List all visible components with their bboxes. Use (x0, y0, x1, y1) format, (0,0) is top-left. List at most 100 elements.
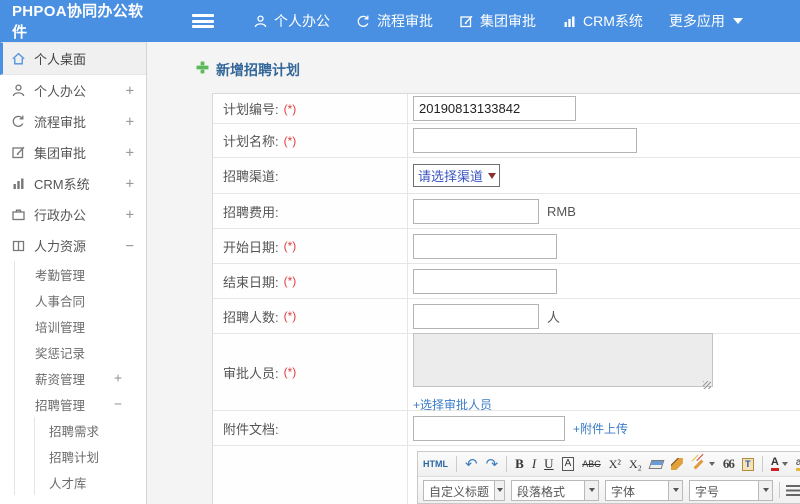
sidebar: 个人桌面 个人办公 + 流程审批 + 集团审批 + CRM系统 + 行政办公 +… (0, 42, 147, 504)
superscript-button[interactable]: X² (609, 457, 621, 472)
channel-select[interactable]: 请选择渠道 (413, 164, 501, 187)
cost-input[interactable] (413, 198, 539, 224)
plan-name-input[interactable] (413, 128, 637, 153)
sidebar-item-recruit-plan[interactable]: 招聘计划 (35, 443, 146, 469)
expand-plus-icon[interactable]: + (126, 176, 134, 192)
process-icon (356, 14, 371, 29)
collapse-minus-icon[interactable]: − (126, 238, 134, 254)
select-value: 段落格式 (517, 484, 566, 499)
field-value: 请选择渠道 (408, 164, 800, 187)
nav-personal-office[interactable]: 个人办公 (240, 11, 343, 31)
dropdown-button[interactable] (668, 480, 682, 500)
sidebar-item-personal-office[interactable]: 个人办公 + (0, 75, 146, 106)
field-value: +附件上传 (408, 415, 800, 441)
sidebar-item-hr[interactable]: 人力资源 − (0, 230, 146, 261)
nav-crm-system[interactable]: CRM系统 (549, 11, 656, 31)
sidebar-item-admin-office[interactable]: 行政办公 + (0, 199, 146, 230)
label-text: 审批人员: (223, 365, 279, 381)
paragraph-format-select[interactable]: 段落格式 (511, 479, 599, 501)
subscript-button[interactable]: X₂ (629, 457, 642, 472)
expand-plus-icon[interactable]: + (126, 145, 134, 161)
background-color-button[interactable]: ab (795, 457, 800, 471)
format-brush-icon[interactable] (670, 458, 683, 470)
form-row-end-date: 结束日期: (*) (213, 264, 800, 299)
sidebar-item-talent-pool[interactable]: 人才库 (35, 469, 146, 495)
sidebar-item-process-approval[interactable]: 流程审批 + (0, 106, 146, 137)
redo-icon[interactable]: ↷ (486, 455, 499, 473)
sidebar-item-training[interactable]: 培训管理 (15, 313, 146, 339)
sidebar-item-salary[interactable]: 薪资管理 + (15, 365, 146, 391)
font-family-select[interactable]: 字体 (605, 479, 683, 501)
sidebar-item-label: 人力资源 (34, 239, 87, 254)
expand-plus-icon[interactable]: + (126, 207, 134, 223)
form-row-start-date: 开始日期: (*) (213, 229, 800, 264)
nav-group-approval[interactable]: 集团审批 (446, 11, 549, 31)
collapse-minus-icon[interactable]: − (114, 397, 122, 412)
sidebar-item-label: 奖惩记录 (35, 346, 86, 361)
html-source-button[interactable]: HTML (423, 459, 448, 469)
expand-plus-icon[interactable]: + (126, 114, 134, 130)
form-row-approvers: 审批人员: (*) +选择审批人员 (213, 333, 800, 413)
font-color-button[interactable]: A (770, 457, 788, 471)
dropdown-button[interactable] (758, 480, 772, 500)
toolbar-separator (761, 456, 763, 472)
plan-number-input[interactable] (413, 96, 576, 121)
main-content: 新增招聘计划 计划编号: (*) 计划名称: (*) (147, 42, 800, 504)
strikethrough-button[interactable]: ABC (582, 459, 601, 469)
paste-as-text-icon[interactable]: T (741, 457, 754, 471)
sidebar-item-attendance[interactable]: 考勤管理 (15, 261, 146, 287)
field-value (408, 96, 800, 121)
sidebar-item-recruit-demand[interactable]: 招聘需求 (35, 417, 146, 443)
sidebar-item-crm[interactable]: CRM系统 + (0, 168, 146, 199)
briefcase-icon (11, 207, 26, 222)
end-date-input[interactable] (413, 268, 557, 294)
expand-plus-icon[interactable]: + (114, 371, 122, 386)
undo-icon[interactable]: ↶ (465, 455, 478, 473)
sidebar-item-hr-contract[interactable]: 人事合同 (15, 287, 146, 313)
select-value: 字号 (695, 484, 720, 499)
dropdown-button[interactable] (584, 480, 598, 500)
auto-typeset-wand-icon[interactable] (691, 459, 715, 469)
sidebar-item-label: 流程审批 (34, 115, 87, 130)
bold-button[interactable]: B (515, 456, 524, 472)
approvers-textarea[interactable] (413, 333, 713, 387)
choose-approvers-link[interactable]: +选择审批人员 (413, 396, 492, 413)
nav-more-apps[interactable]: 更多应用 (656, 11, 756, 31)
page-layout: 个人桌面 个人办公 + 流程审批 + 集团审批 + CRM系统 + 行政办公 +… (0, 42, 800, 504)
font-color-glyph: A (770, 457, 779, 471)
expand-plus-icon[interactable]: + (126, 83, 134, 99)
attachment-upload-link[interactable]: +附件上传 (573, 420, 628, 437)
sidebar-item-rewards[interactable]: 奖惩记录 (15, 339, 146, 365)
label-text: 计划编号: (223, 102, 279, 117)
sidebar-item-group-approval[interactable]: 集团审批 + (0, 137, 146, 168)
sidebar-item-label: 人事合同 (35, 294, 86, 309)
dropdown-button[interactable] (494, 480, 504, 500)
italic-button[interactable]: I (532, 456, 536, 472)
underline-button[interactable]: U (544, 456, 553, 472)
sidebar-item-label: 招聘计划 (49, 450, 100, 465)
field-label-empty (213, 446, 408, 504)
headcount-input[interactable] (413, 303, 539, 329)
font-size-select[interactable]: 字号 (689, 479, 773, 501)
select-caret-icon (488, 172, 497, 179)
sidebar-item-recruitment[interactable]: 招聘管理 − (15, 391, 146, 417)
align-left-icon[interactable] (786, 484, 800, 496)
required-mark: (*) (283, 309, 297, 323)
label-text: 计划名称: (223, 134, 279, 149)
attachment-input[interactable] (413, 415, 565, 441)
sidebar-item-label: 考勤管理 (35, 268, 86, 283)
font-border-button[interactable]: A (561, 457, 575, 471)
field-value (408, 233, 800, 259)
blockquote-button[interactable]: 66 (723, 456, 735, 472)
field-label: 审批人员: (*) (213, 334, 408, 410)
nav-label: 流程审批 (377, 13, 433, 29)
remove-format-eraser-icon[interactable] (648, 459, 665, 469)
top-nav: 个人办公 流程审批 集团审批 CRM系统 更多应用 (240, 11, 756, 31)
sidebar-item-personal-desktop[interactable]: 个人桌面 (0, 42, 146, 75)
required-mark: (*) (283, 101, 297, 116)
hamburger-menu-icon[interactable] (192, 14, 214, 28)
custom-title-select[interactable]: 自定义标题 (423, 479, 505, 501)
start-date-input[interactable] (413, 233, 557, 259)
chevron-down-icon (588, 488, 595, 492)
nav-process-approval[interactable]: 流程审批 (343, 11, 446, 31)
